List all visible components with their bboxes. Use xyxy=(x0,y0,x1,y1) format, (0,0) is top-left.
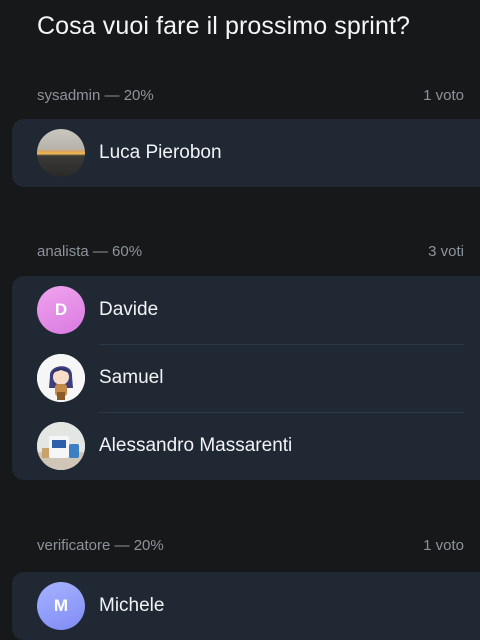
poll-option-vote-count: 3 voti xyxy=(428,243,464,260)
poll-option-label: verificatore — 20% xyxy=(37,537,164,554)
voters-list-verificatore: M Michele xyxy=(12,572,480,640)
voter-name: Alessandro Massarenti xyxy=(99,435,293,456)
voter-name: Michele xyxy=(99,595,165,616)
poll-question: Cosa vuoi fare il prossimo sprint? xyxy=(37,12,410,40)
voter-name: Davide xyxy=(99,299,159,320)
objects-photo-icon xyxy=(37,422,85,470)
avatar: M xyxy=(37,582,85,630)
poll-option-header-sysadmin: sysadmin — 20% 1 voto xyxy=(37,87,464,104)
avatar-initial: D xyxy=(54,300,68,319)
poll-option-header-analista: analista — 60% 3 voti xyxy=(37,243,464,260)
anime-character-icon xyxy=(37,354,85,402)
voter-row[interactable]: Alessandro Massarenti xyxy=(12,412,480,480)
voter-row[interactable]: M Michele xyxy=(12,572,480,640)
poll-option-label: sysadmin — 20% xyxy=(37,87,154,104)
voters-list-analista: D Davide Samuel Alessandro Massarenti xyxy=(12,276,480,480)
avatar: D xyxy=(37,286,85,334)
avatar-initial: M xyxy=(53,596,69,615)
voters-list-sysadmin: Luca Pierobon xyxy=(12,119,480,187)
voter-row[interactable]: D Davide xyxy=(12,276,480,344)
poll-option-header-verificatore: verificatore — 20% 1 voto xyxy=(37,537,464,554)
poll-option-vote-count: 1 voto xyxy=(423,537,464,554)
avatar xyxy=(37,129,85,177)
voter-name: Samuel xyxy=(99,367,164,388)
avatar xyxy=(37,354,85,402)
avatar xyxy=(37,422,85,470)
poll-option-label: analista — 60% xyxy=(37,243,143,260)
poll-option-vote-count: 1 voto xyxy=(423,87,464,104)
voter-name: Luca Pierobon xyxy=(99,142,222,163)
voter-row[interactable]: Samuel xyxy=(12,344,480,412)
voter-row[interactable]: Luca Pierobon xyxy=(12,119,480,187)
